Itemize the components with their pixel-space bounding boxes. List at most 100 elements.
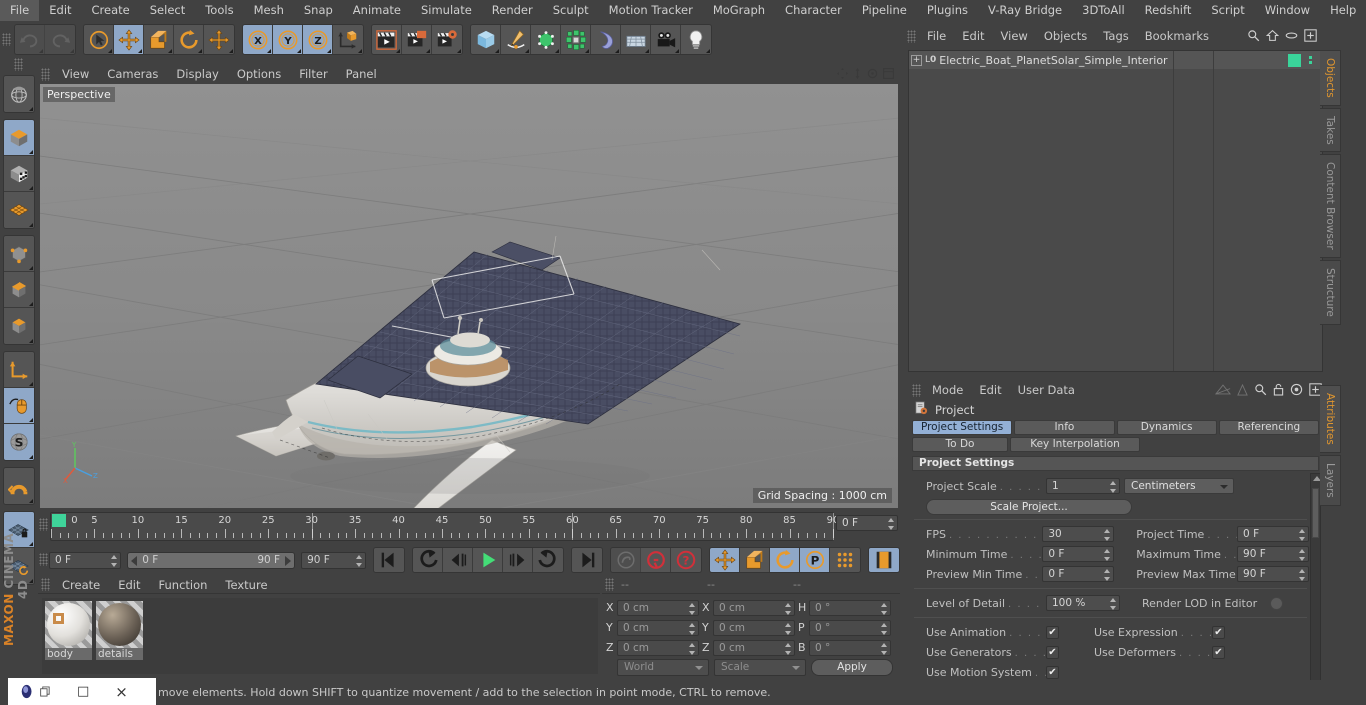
fps-field[interactable]: 30	[1042, 526, 1115, 542]
spinner-icon[interactable]	[1298, 529, 1305, 541]
lock-x-icon[interactable]: X	[243, 25, 273, 54]
spinner-icon[interactable]	[785, 622, 791, 635]
move-tool-icon[interactable]	[114, 25, 144, 54]
expand-toggle-icon[interactable]: +	[911, 54, 922, 66]
project-time-field[interactable]: 0 F	[1237, 526, 1309, 542]
menu-v-ray-bridge[interactable]: V-Ray Bridge	[978, 0, 1072, 21]
record-button[interactable]	[641, 548, 671, 572]
material-preview[interactable]	[96, 601, 143, 648]
material-manager-grip[interactable]	[41, 578, 50, 591]
rotation-b-field[interactable]: 0 °	[809, 639, 891, 656]
lock-icon[interactable]	[1273, 383, 1284, 399]
size-x-field[interactable]: 0 cm	[713, 599, 795, 616]
attribute-tab-referencing[interactable]: Referencing	[1218, 420, 1319, 435]
menu-snap[interactable]: Snap	[294, 0, 343, 21]
enable-axis-icon[interactable]	[4, 388, 34, 424]
attribute-tabs-secondary[interactable]: To Do Key Interpolation	[908, 435, 1323, 452]
object-menu-file[interactable]: File	[919, 25, 954, 47]
rotation-h-field[interactable]: 0 °	[809, 599, 891, 616]
attribute-tab-dynamics[interactable]: Dynamics	[1116, 420, 1217, 435]
project-scale-unit-dropdown[interactable]: Centimeters	[1124, 478, 1234, 494]
attribute-tab-info[interactable]: Info	[1014, 420, 1115, 435]
scale-tool-icon[interactable]	[144, 25, 174, 54]
viewport-menu-options[interactable]: Options	[228, 64, 290, 84]
nurbs-icon[interactable]	[531, 25, 561, 54]
menu-simulate[interactable]: Simulate	[411, 0, 482, 21]
use-generators-checkbox[interactable]: ✔	[1046, 645, 1059, 659]
go-to-end-button[interactable]	[572, 548, 602, 572]
spline-pen-icon[interactable]	[501, 25, 531, 54]
world-object-axis-icon[interactable]	[333, 25, 363, 54]
range-start-field[interactable]: 0 F	[49, 551, 122, 569]
edges-mode-icon[interactable]	[4, 272, 34, 308]
spinner-icon[interactable]	[111, 554, 118, 567]
viewport-menu-view[interactable]: View	[53, 64, 98, 84]
range-right-arrow-icon[interactable]	[285, 555, 292, 566]
use-motion-system-checkbox[interactable]: ✔	[1046, 665, 1059, 679]
magnet-tool-icon[interactable]	[4, 468, 34, 504]
undo-view-icon[interactable]	[4, 76, 34, 112]
go-to-next-key-button[interactable]	[533, 548, 563, 572]
material-preview[interactable]	[45, 601, 92, 648]
menu-render[interactable]: Render	[482, 0, 543, 21]
object-menu-bookmarks[interactable]: Bookmarks	[1137, 25, 1217, 47]
menu-3dtoall[interactable]: 3DToAll	[1072, 0, 1135, 21]
material-menu-edit[interactable]: Edit	[109, 576, 149, 594]
camera-icon[interactable]	[651, 25, 681, 54]
position-y-field[interactable]: 0 cm	[617, 619, 699, 636]
range-left-arrow-icon[interactable]	[131, 555, 138, 566]
material-menu-create[interactable]: Create	[53, 576, 109, 594]
spinner-icon[interactable]	[689, 602, 695, 615]
object-menu-tags[interactable]: Tags	[1095, 25, 1136, 47]
apply-button[interactable]: Apply	[811, 659, 893, 676]
viewport-nav-icons[interactable]	[837, 68, 894, 82]
live-selection-icon[interactable]	[84, 25, 114, 54]
spinner-icon[interactable]	[689, 642, 695, 655]
viewport-menu-panel[interactable]: Panel	[337, 64, 386, 84]
workplane-icon[interactable]	[4, 192, 34, 228]
use-animation-checkbox[interactable]: ✔	[1046, 625, 1059, 639]
dock-tab-layers[interactable]: Layers	[1320, 454, 1341, 506]
dolly-icon[interactable]	[853, 68, 862, 82]
attribute-tabs[interactable]: Project Settings Info Dynamics Referencing	[908, 420, 1323, 435]
cone-icon[interactable]	[1237, 383, 1248, 399]
viewport-menu-cameras[interactable]: Cameras	[98, 64, 167, 84]
minimum-time-field[interactable]: 0 F	[1042, 546, 1115, 562]
preview-max-time-field[interactable]: 90 F	[1237, 566, 1309, 582]
spinner-icon[interactable]	[1104, 569, 1111, 581]
menu-animate[interactable]: Animate	[343, 0, 411, 21]
transport-grip[interactable]	[39, 553, 48, 566]
attribute-tab-to-do[interactable]: To Do	[912, 437, 1008, 452]
menu-character[interactable]: Character	[775, 0, 852, 21]
spinner-icon[interactable]	[881, 642, 887, 655]
texture-mode-icon[interactable]	[4, 156, 34, 192]
dock-tab-attributes[interactable]: Attributes	[1320, 384, 1341, 453]
search-icon[interactable]	[1254, 383, 1267, 399]
array-icon[interactable]	[561, 25, 591, 54]
timeline-grip[interactable]	[39, 518, 48, 531]
close-button[interactable]: ×	[115, 683, 128, 701]
target-icon[interactable]	[1290, 383, 1303, 399]
size-mode-dropdown[interactable]: Scale	[714, 659, 806, 676]
range-end-field[interactable]: 90 F	[301, 551, 366, 569]
scale-key-button[interactable]	[740, 548, 770, 572]
object-row[interactable]: + L0 Electric_Boat_PlanetSolar_Simple_Inte…	[909, 51, 1322, 69]
timeline-ruler[interactable]: 051015202530354045505560657075808590	[50, 512, 839, 541]
menu-plugins[interactable]: Plugins	[917, 0, 978, 21]
current-frame-field[interactable]: 0 F	[836, 515, 898, 531]
autokey-button[interactable]	[611, 548, 641, 572]
attribute-tab-key-interpolation[interactable]: Key Interpolation	[1010, 437, 1140, 452]
scale-project-button[interactable]: Scale Project...	[926, 499, 1132, 515]
material-list[interactable]: body details	[42, 598, 598, 674]
spinner-icon[interactable]	[1110, 481, 1116, 493]
object-menu-view[interactable]: View	[993, 25, 1036, 47]
timeline-button[interactable]	[869, 548, 899, 572]
use-deformers-checkbox[interactable]: ✔	[1212, 645, 1225, 659]
size-y-field[interactable]: 0 cm	[713, 619, 795, 636]
spinner-icon[interactable]	[1104, 529, 1111, 541]
lock-y-icon[interactable]: Y	[273, 25, 303, 54]
material-menu-texture[interactable]: Texture	[216, 576, 276, 594]
spinner-icon[interactable]	[881, 622, 887, 635]
render-region-icon[interactable]	[402, 25, 432, 54]
lock-z-icon[interactable]: Z	[303, 25, 333, 54]
